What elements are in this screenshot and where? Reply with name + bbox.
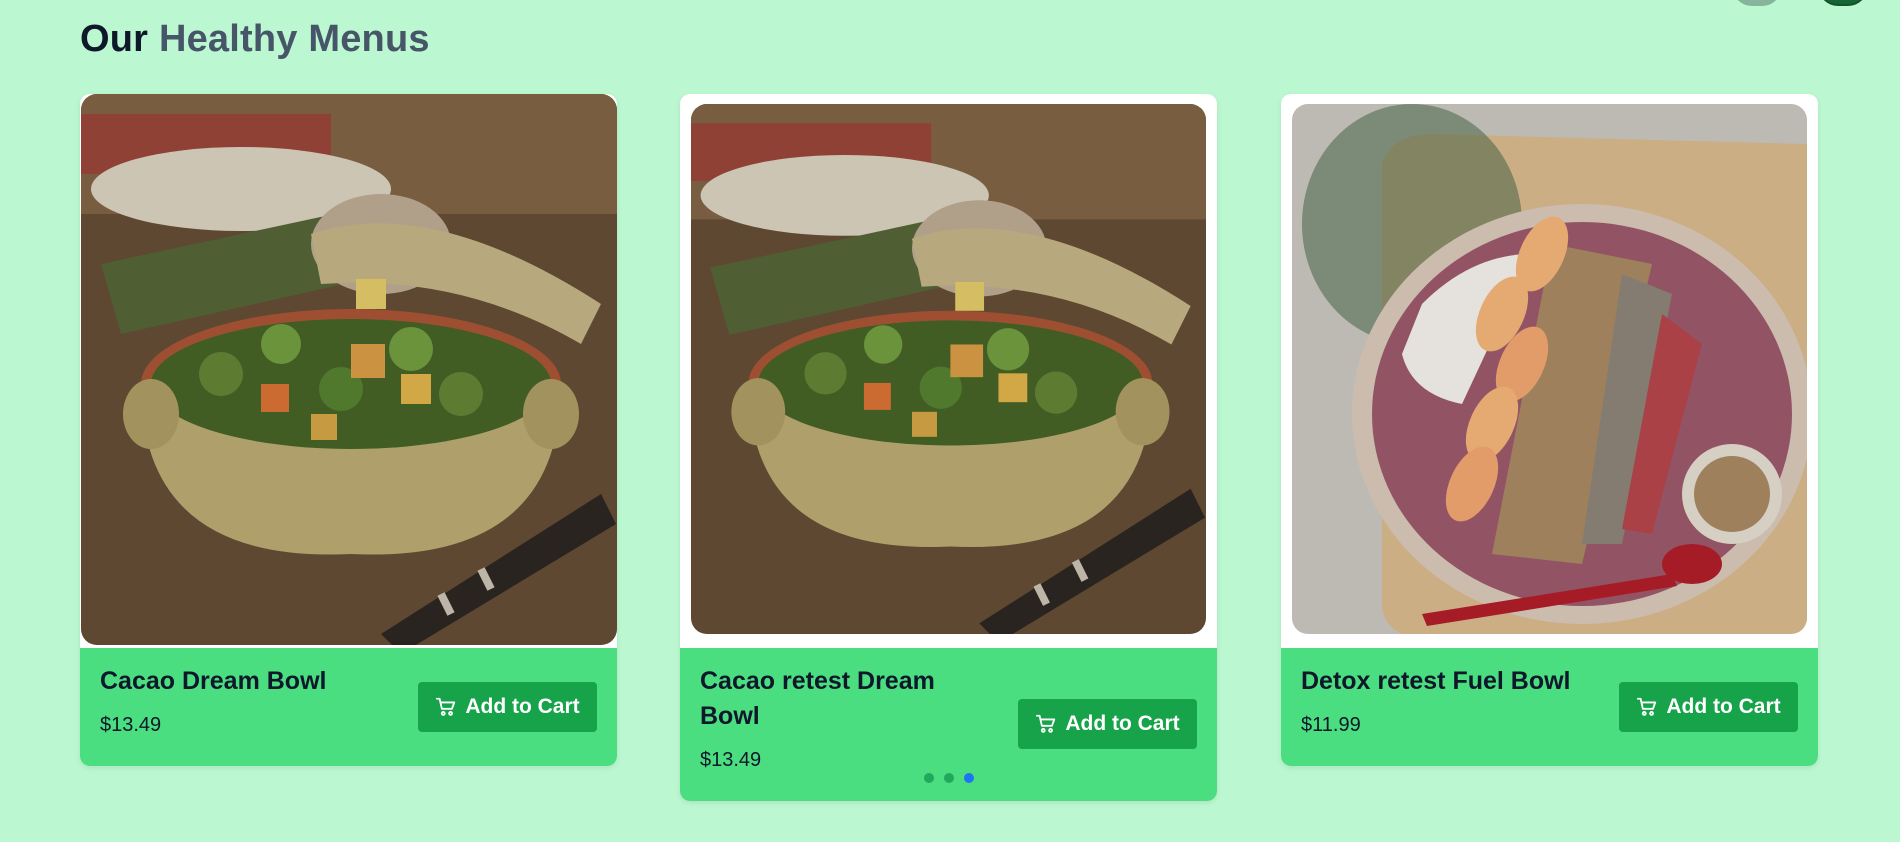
menu-card-image xyxy=(691,104,1206,634)
carousel-dot-active[interactable] xyxy=(963,773,974,783)
carousel-dot[interactable] xyxy=(923,773,934,783)
cart-icon xyxy=(1036,714,1056,733)
menu-card-info: Cacao retest Dream Bowl $13.49 Add to Ca… xyxy=(680,648,1217,801)
menu-card-image xyxy=(81,94,617,645)
menu-card-price: $13.49 xyxy=(100,714,162,736)
cart-icon xyxy=(1637,697,1657,716)
menu-card-3: Detox retest Fuel Bowl $11.99 Add to Car… xyxy=(1281,94,1818,766)
add-to-cart-button[interactable]: Add to Cart xyxy=(418,682,597,732)
carousel-dots xyxy=(680,773,1217,783)
add-to-cart-button[interactable]: Add to Cart xyxy=(1018,699,1197,749)
menu-card-title: Cacao retest Dream Bowl xyxy=(700,667,935,730)
add-to-cart-button[interactable]: Add to Cart xyxy=(1619,682,1798,732)
menu-card-info: Detox retest Fuel Bowl $11.99 Add to Car… xyxy=(1281,648,1818,766)
menu-card-price: $13.49 xyxy=(700,749,762,771)
menu-card-title: Cacao Dream Bowl xyxy=(100,667,327,695)
page-title-part2: Healthy Menus xyxy=(158,18,430,60)
add-to-cart-label: Add to Cart xyxy=(1666,695,1781,718)
menu-card-price: $11.99 xyxy=(1301,714,1361,736)
menu-card-info: Cacao Dream Bowl $13.49 Add to Cart xyxy=(80,648,617,766)
avatar[interactable] xyxy=(1732,0,1782,6)
page-title: Our Healthy Menus xyxy=(80,18,430,61)
user-avatar[interactable] xyxy=(1818,0,1868,6)
menu-card-title: Detox retest Fuel Bowl xyxy=(1301,667,1571,695)
menu-card-1: Cacao Dream Bowl $13.49 Add to Cart xyxy=(80,94,617,766)
menu-card-image xyxy=(1292,104,1807,634)
cart-icon xyxy=(436,697,456,716)
add-to-cart-label: Add to Cart xyxy=(465,695,580,718)
carousel-dot[interactable] xyxy=(943,773,954,783)
page-title-part1: Our xyxy=(80,18,149,60)
add-to-cart-label: Add to Cart xyxy=(1065,712,1180,735)
menu-card-2: Cacao retest Dream Bowl $13.49 Add to Ca… xyxy=(680,94,1217,801)
